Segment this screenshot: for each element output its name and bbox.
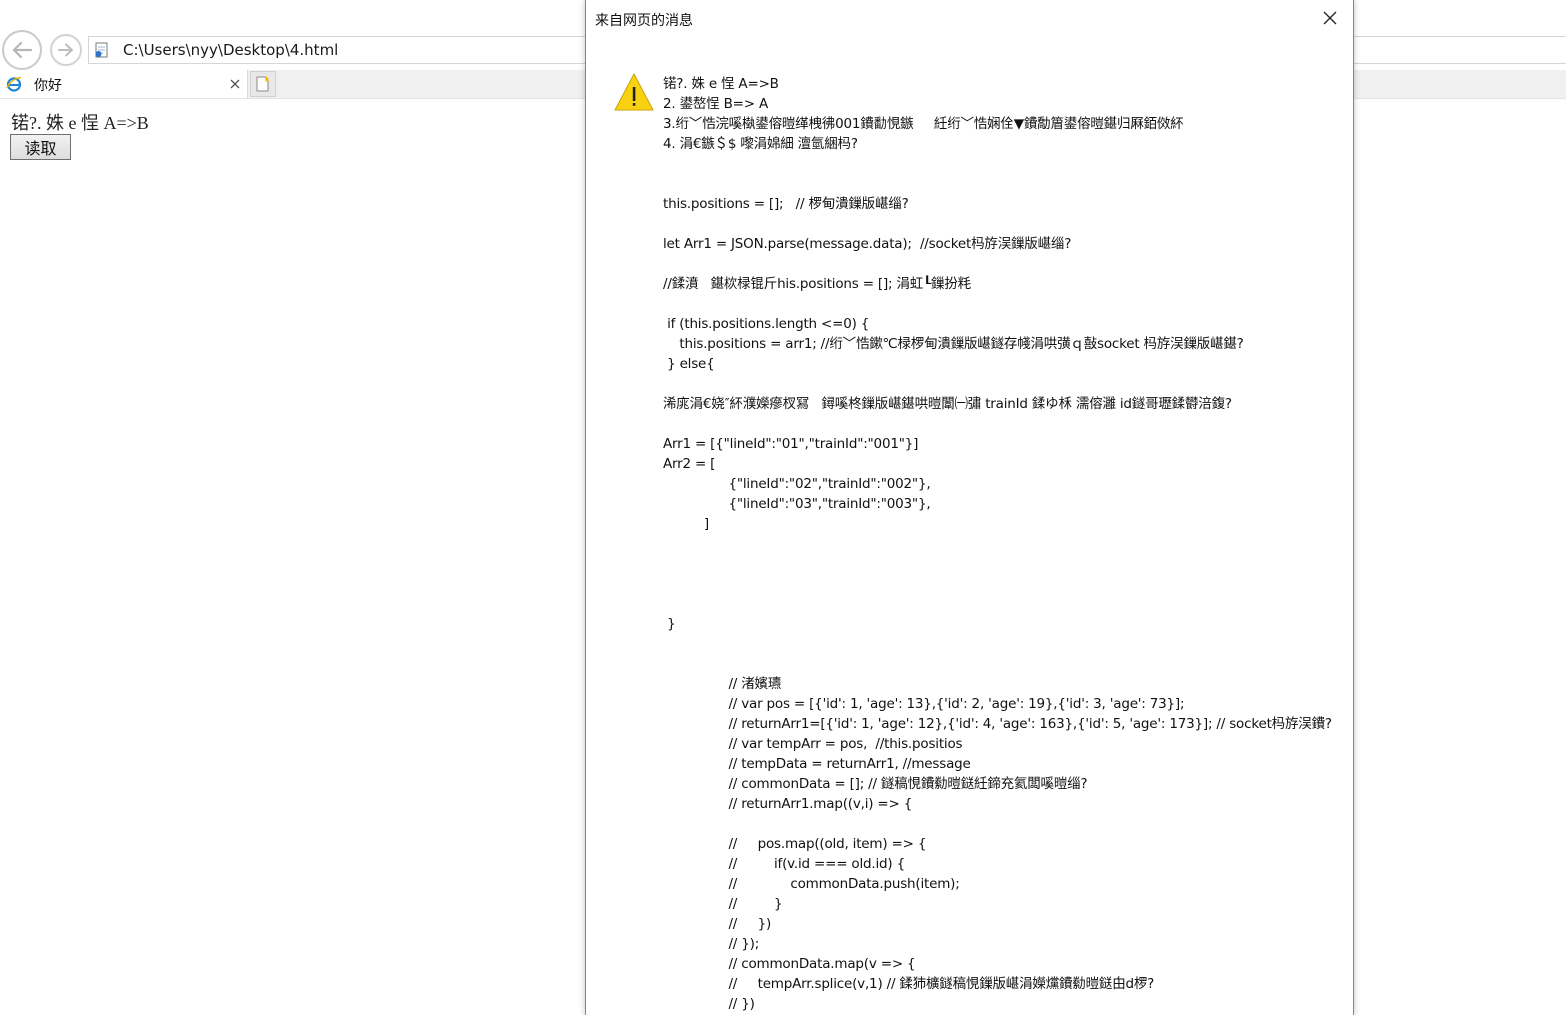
message-line: // 渚嬪瓙: [663, 676, 782, 692]
message-line: [663, 574, 1343, 594]
message-line: // });: [663, 936, 760, 952]
dialog-message: 锘?. 姝 e 悜 A=>B 2. 鍙嶅悜 B=> A 3.绗﹀悎浣嗘槸鍙傛暟缂栧彿…: [663, 74, 1343, 1015]
browser-window: C:\Users\nyy\Desktop\4.html 你好 锘?. 姝 e 悜…: [0, 0, 1566, 1015]
alert-dialog: 来自网页的消息 锘?. 姝 e 悜 A=>B 2. 鍙嶅悜 B=> A 3.绗﹀悎浣…: [585, 0, 1354, 1015]
tab-active[interactable]: 你好: [0, 70, 248, 98]
message-line: Arr2 = [: [663, 456, 716, 472]
arrow-right-icon: [58, 43, 73, 57]
close-icon[interactable]: [1322, 10, 1338, 26]
message-line: this.positions = []; // 椤甸潰鏁版嵁缁?: [663, 196, 909, 212]
message-line: // returnArr1=[{'id': 1, 'age': 12},{'id…: [663, 716, 1332, 732]
dialog-title: 来自网页的消息: [595, 13, 693, 29]
forward-button[interactable]: [50, 34, 82, 66]
message-line: // }: [663, 896, 783, 912]
message-line: 4. 涓€鏃＄$ 嚟涓婂細 澶氫綑杩?: [663, 136, 858, 152]
message-line: [663, 814, 1343, 834]
message-line: [663, 594, 1343, 614]
message-line: [663, 214, 1343, 234]
message-line: } else{: [663, 356, 715, 372]
message-line: 3.绗﹀悎浣嗘槸鍙傛暟缂栧彿001鐨勫悓鏃 紝绗﹀悎娴佺▼鐨勪篃鍙傛暟鍖归厤銆傚…: [663, 116, 1184, 132]
address-text[interactable]: C:\Users\nyy\Desktop\4.html: [123, 41, 338, 59]
message-line: // }): [663, 916, 772, 932]
message-line: // if(v.id === old.id) {: [663, 856, 905, 872]
message-line: 浠庣涓€娆″紑濮嬫瘮杈冩 鐞嗘柊鏁版嵁鍖哄暟闈㈠彇 trainId 鍒ゆ柇 濡傛…: [663, 396, 1232, 412]
message-line: // tempArr.splice(v,1) // 鍒犻櫎鐩稿悓鏁版嵁涓嬫爣鐨勬…: [663, 976, 1155, 992]
message-line: // tempData = returnArr1, //message: [663, 756, 971, 772]
message-line: [663, 534, 1343, 554]
page-icon: [95, 42, 108, 58]
message-line: // }): [663, 996, 755, 1012]
new-tab-icon: [256, 76, 269, 92]
message-line: [663, 174, 1343, 194]
page-heading: 锘?. 姝 e 悜 A=>B: [11, 113, 149, 133]
message-line: {"lineId":"03","trainId":"003"},: [663, 496, 931, 512]
message-line: [663, 634, 1343, 654]
message-line: ]: [663, 516, 709, 532]
message-line: if (this.positions.length <=0) {: [663, 316, 870, 332]
message-line: this.positions = arr1; //绗﹀悎鏉℃椂椤甸潰鏁版嵁鐩存帴…: [663, 336, 1244, 352]
message-line: 锘?. 姝 e 悜 A=>B: [663, 76, 779, 92]
message-line: // commonData.map(v => {: [663, 956, 916, 972]
message-line: // var pos = [{'id': 1, 'age': 13},{'id'…: [663, 696, 1185, 712]
message-line: // pos.map((old, item) => {: [663, 836, 927, 852]
message-line: }: [663, 616, 676, 632]
message-line: //鍒濆 鍖栨椂锟斤his.positions = []; 涓虹┖鏁扮粍: [663, 276, 971, 292]
warning-icon: [614, 73, 654, 111]
back-button[interactable]: [2, 30, 42, 70]
message-line: // commonData.push(item);: [663, 876, 960, 892]
message-line: Arr1 = [{"lineId":"01","trainId":"001"}]: [663, 436, 919, 452]
new-tab-button[interactable]: [250, 71, 276, 97]
message-line: [663, 254, 1343, 274]
message-line: // returnArr1.map((v,i) => {: [663, 796, 913, 812]
message-line: [663, 554, 1343, 574]
arrow-left-icon: [12, 41, 33, 59]
message-line: let Arr1 = JSON.parse(message.data); //s…: [663, 236, 1072, 252]
message-line: [663, 154, 1343, 174]
message-line: {"lineId":"02","trainId":"002"},: [663, 476, 931, 492]
read-button[interactable]: 读取: [10, 134, 71, 160]
close-icon[interactable]: [228, 77, 242, 91]
tab-title: 你好: [34, 78, 62, 94]
message-line: [663, 414, 1343, 434]
message-line: // var tempArr = pos, //this.positios: [663, 736, 963, 752]
ie-icon: [6, 77, 22, 92]
message-line: [663, 294, 1343, 314]
message-line: // commonData = []; // 鐩稿悓鐨勬暟鎹紝鍗充氦闆嗘暟缁?: [663, 776, 1088, 792]
message-line: [663, 374, 1343, 394]
message-line: 2. 鍙嶅悜 B=> A: [663, 96, 768, 112]
message-line: [663, 654, 1343, 674]
